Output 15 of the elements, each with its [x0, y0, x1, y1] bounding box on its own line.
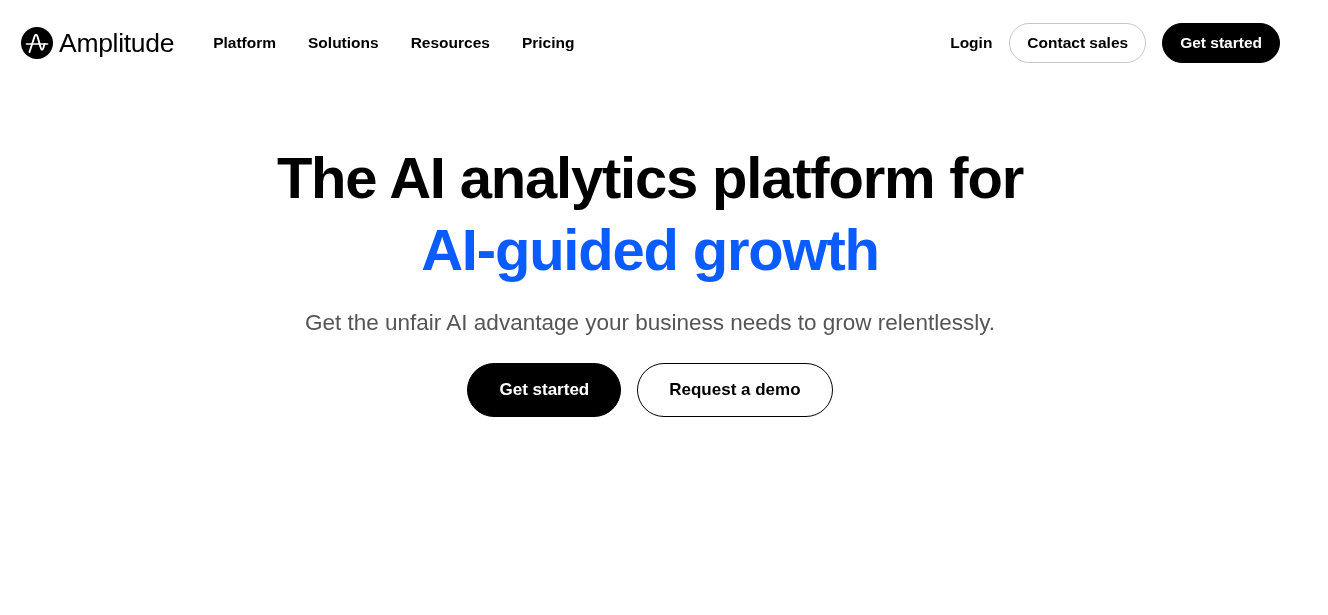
nav-link[interactable]: Solutions — [308, 34, 379, 52]
hero-highlight: AI-guided growth — [421, 216, 879, 284]
login-link[interactable]: Login — [949, 23, 994, 63]
contact-sales-button[interactable]: Contact sales — [1009, 23, 1147, 63]
get-started-button[interactable]: Get started — [467, 363, 622, 417]
brand-link[interactable]: Amplitude — [21, 27, 175, 59]
request-demo-button[interactable]: Request a demo — [637, 363, 833, 417]
nav-link[interactable]: Pricing — [521, 34, 575, 52]
hero-subtitle: Get the unfair AI advantage your business needs to grow relentlessly. — [305, 309, 995, 337]
logo-icon — [21, 27, 53, 59]
hero-title: The AI analytics platform for — [276, 144, 1024, 212]
brand-wordmark: Amplitude — [59, 27, 175, 59]
nav-link[interactable]: Resources — [410, 34, 490, 52]
nav-link[interactable]: Platform — [213, 34, 276, 52]
get-started-button[interactable]: Get started — [1162, 23, 1280, 63]
